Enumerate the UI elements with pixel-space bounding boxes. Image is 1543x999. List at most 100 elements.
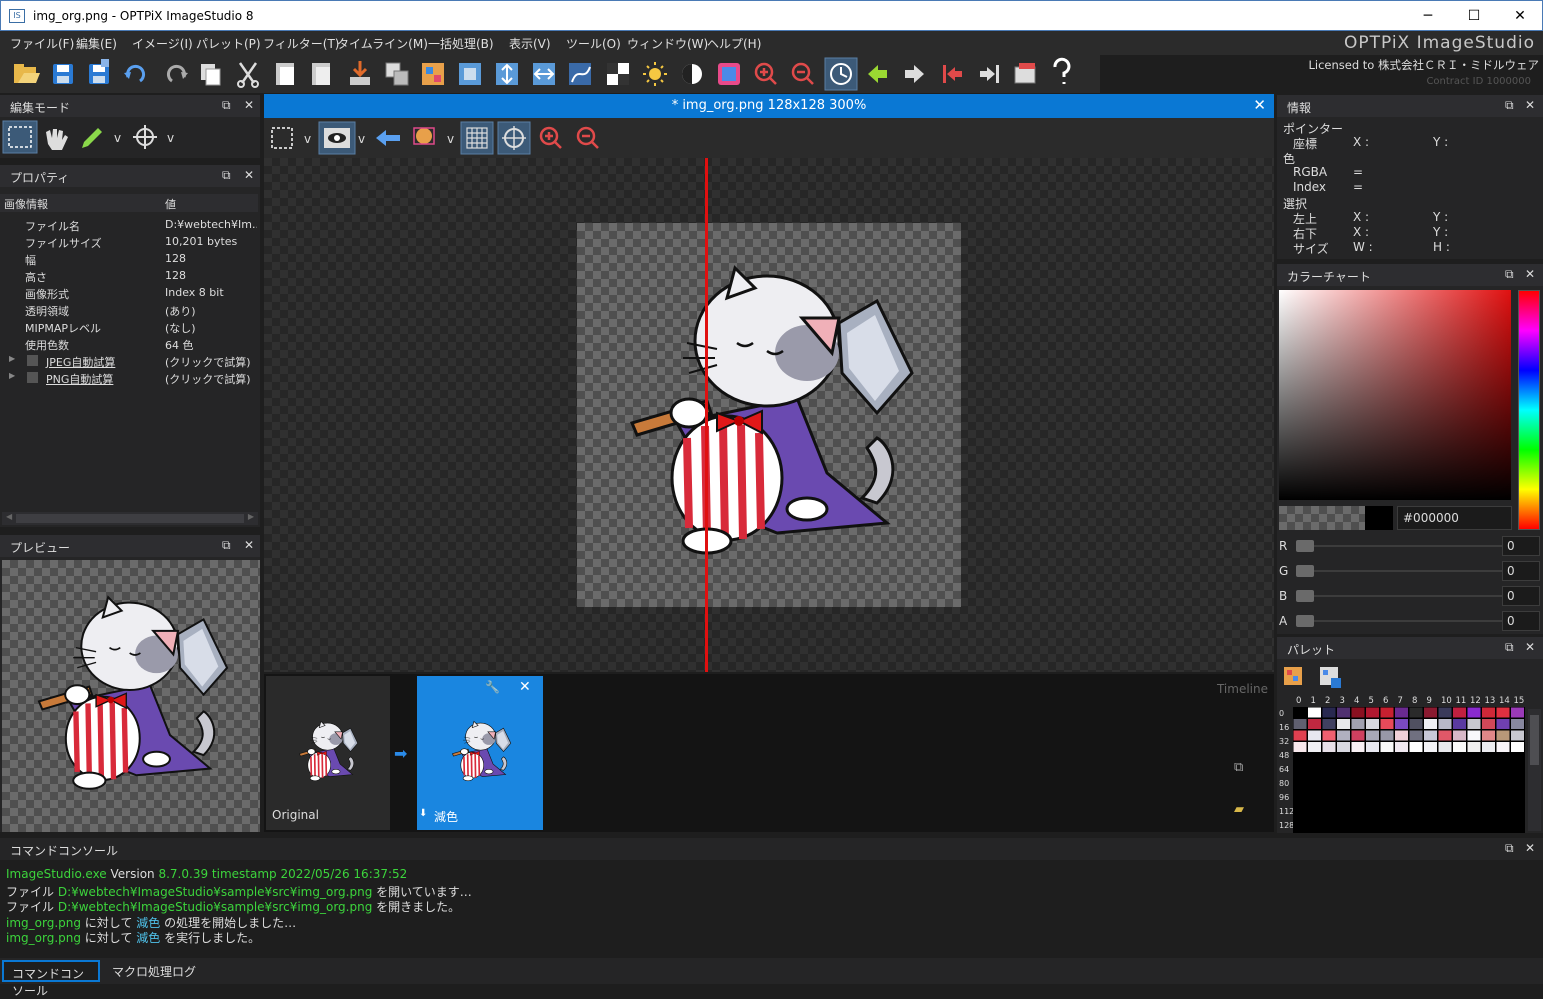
palette-swatch[interactable] <box>1395 742 1408 752</box>
palette-swatch[interactable] <box>1482 719 1495 729</box>
palette-swatch[interactable] <box>1409 742 1423 752</box>
palette-swatch[interactable] <box>1337 719 1350 729</box>
selection-tool-icon[interactable] <box>271 127 293 149</box>
arrow-right-icon[interactable] <box>905 65 924 83</box>
undo-icon[interactable] <box>124 64 145 83</box>
palette-swatch[interactable] <box>1409 730 1423 741</box>
palette-swatch[interactable] <box>1337 707 1350 718</box>
palette-swatch[interactable] <box>1395 707 1408 718</box>
frame-reduce[interactable]: 🔧 ✕ ⬇ 減色 <box>417 676 543 830</box>
document-tab[interactable]: * img_org.png 128x128 300% ✕ <box>264 94 1274 118</box>
palette-swatch[interactable] <box>1424 707 1437 718</box>
palette-swatch[interactable] <box>1511 742 1524 752</box>
menu-timeline[interactable]: タイムライン(M) <box>337 35 428 52</box>
horizontal-scrollbar[interactable]: ◀ ▶ <box>2 512 258 525</box>
save-icon[interactable] <box>53 64 73 84</box>
face-filter-icon[interactable] <box>413 127 435 145</box>
float-panel-icon[interactable]: ⧉ <box>1505 267 1514 282</box>
hand-icon[interactable] <box>46 129 68 150</box>
help-icon[interactable] <box>1053 57 1071 84</box>
palette-swatch[interactable] <box>1409 719 1423 729</box>
palette-swatch[interactable] <box>1453 719 1466 729</box>
palette-swatch[interactable] <box>1467 707 1481 718</box>
menu-edit[interactable]: 編集(E) <box>76 35 117 52</box>
menu-file[interactable]: ファイル(F) <box>10 35 74 52</box>
paste-new-icon[interactable] <box>312 63 330 85</box>
palette-swatch[interactable] <box>1424 719 1437 729</box>
open-icon[interactable] <box>14 64 40 83</box>
palette-swatch[interactable] <box>1395 730 1408 741</box>
selection-dropdown-icon[interactable]: v <box>304 132 311 146</box>
close-window-button[interactable]: ✕ <box>1497 1 1543 31</box>
float-panel-icon[interactable]: ⧉ <box>222 98 231 113</box>
palette-swatch[interactable] <box>1467 719 1481 729</box>
palette-swatch[interactable] <box>1409 707 1423 718</box>
close-panel-icon[interactable]: ✕ <box>244 168 254 182</box>
palette-swatch[interactable] <box>1424 742 1437 752</box>
arrow-left-icon[interactable] <box>868 65 887 83</box>
palette-swatch[interactable] <box>1453 742 1466 752</box>
float-panel-icon[interactable]: ⧉ <box>1505 841 1514 856</box>
palette-swatch[interactable] <box>1322 742 1336 752</box>
palette-swatch[interactable] <box>1351 742 1365 752</box>
palette-swatch[interactable] <box>1511 730 1524 741</box>
g-value-input[interactable]: 0 <box>1502 561 1540 581</box>
palette-swatch[interactable] <box>1322 707 1336 718</box>
menu-help[interactable]: ヘルプ(H) <box>707 35 761 52</box>
palette-swatch[interactable] <box>1366 730 1379 741</box>
palette-swatch[interactable] <box>1366 742 1379 752</box>
jpeg-checkbox[interactable] <box>27 355 38 366</box>
palette-swatch[interactable] <box>1424 730 1437 741</box>
last-icon[interactable] <box>980 65 999 83</box>
palette-swatch[interactable] <box>1293 730 1307 741</box>
palette-swatch[interactable] <box>1395 719 1408 729</box>
image-canvas[interactable] <box>577 223 961 607</box>
a-slider[interactable] <box>1296 615 1506 627</box>
palette-swatch[interactable] <box>1293 707 1307 718</box>
palette-swatch[interactable] <box>1438 719 1452 729</box>
palette-swatch[interactable] <box>1308 719 1321 729</box>
palette-swatch[interactable] <box>1337 742 1350 752</box>
cut-icon[interactable] <box>237 62 259 88</box>
float-panel-icon[interactable]: ⧉ <box>1505 98 1514 113</box>
palette-swatch[interactable] <box>1380 707 1394 718</box>
menu-image[interactable]: イメージ(I) <box>132 35 193 52</box>
zoom-out-icon[interactable] <box>791 62 814 85</box>
zoom-in-icon[interactable] <box>754 62 777 85</box>
menu-view[interactable]: 表示(V) <box>509 35 551 52</box>
tab-command-console[interactable]: コマンドコンソール <box>2 960 100 998</box>
palette-swatch[interactable] <box>1366 719 1379 729</box>
view-dropdown-icon[interactable]: v <box>358 132 365 146</box>
close-panel-icon[interactable]: ✕ <box>1525 267 1535 281</box>
add-folder-icon[interactable]: ▰ <box>1234 802 1244 817</box>
hex-input[interactable]: #000000 <box>1397 506 1512 530</box>
palette-swatch[interactable] <box>1453 707 1466 718</box>
palette-swatch[interactable] <box>1467 742 1481 752</box>
palette-load-icon[interactable] <box>1281 664 1311 692</box>
r-value-input[interactable]: 0 <box>1502 536 1540 556</box>
palette-swatch[interactable] <box>1496 730 1510 741</box>
tab-macro-log[interactable]: マクロ処理ログ <box>112 963 196 980</box>
float-panel-icon[interactable]: ⧉ <box>1505 640 1514 655</box>
layers-icon[interactable] <box>385 62 409 86</box>
palette-swatch[interactable] <box>1438 742 1452 752</box>
frame-close-icon[interactable]: ✕ <box>519 679 531 695</box>
prop-row-png[interactable]: ▶ PNG自動試算 (クリックで試算) <box>0 369 258 386</box>
palette-swatch[interactable] <box>1511 707 1524 718</box>
palette-swatch[interactable] <box>1482 742 1495 752</box>
close-panel-icon[interactable]: ✕ <box>244 98 254 112</box>
palette-swatch[interactable] <box>1351 730 1365 741</box>
color-saturation-field[interactable] <box>1279 290 1511 500</box>
r-slider[interactable] <box>1296 540 1506 552</box>
palette-swatch[interactable] <box>1293 719 1307 729</box>
checker-icon[interactable] <box>607 63 629 85</box>
menu-batch[interactable]: 一括処理(B) <box>428 35 494 52</box>
palette-swatch[interactable] <box>1482 707 1495 718</box>
expand-arrow-icon[interactable]: ▶ <box>9 371 15 380</box>
hue-slider[interactable] <box>1518 290 1540 530</box>
palette-swatch[interactable] <box>1496 742 1510 752</box>
palette-swatch[interactable] <box>1308 707 1321 718</box>
menu-window[interactable]: ウィンドウ(W) <box>627 35 708 52</box>
palette-swatch[interactable] <box>1380 719 1394 729</box>
back-arrow-icon[interactable] <box>376 130 400 146</box>
